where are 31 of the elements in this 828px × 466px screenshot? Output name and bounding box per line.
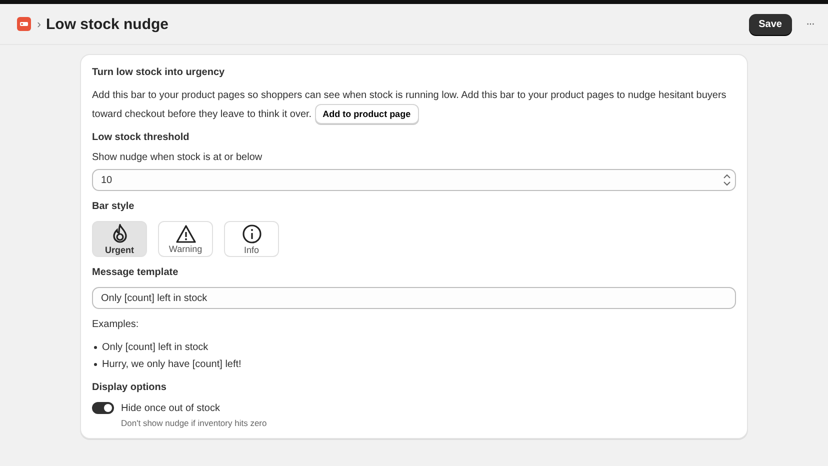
info-icon [242, 224, 262, 244]
warning-icon [176, 224, 196, 242]
example-text: Only [count] left in stock [102, 342, 208, 353]
bullet-icon [94, 363, 97, 366]
toggle-label: Hide once out of stock [121, 402, 220, 414]
section-heading: Low stock threshold [92, 132, 190, 143]
save-button[interactable]: Save [748, 14, 792, 34]
section-heading: Message template [92, 267, 180, 278]
intro-text: toward checkout before they leave to think it over. [92, 108, 312, 122]
examples-label: Examples: [92, 319, 140, 330]
intro-text: Add this bar to your product pages so shoppers can see when stock is running low. Add this bar to your product pages to nudge hesitant buyers [92, 89, 726, 103]
bar-style-option[interactable]: Warning [158, 221, 213, 257]
bar-style-option[interactable]: Urgent [92, 221, 147, 257]
toggle-switch[interactable] [92, 402, 114, 414]
message-template-field[interactable]: Only [count] left in stock [92, 287, 736, 309]
help-text: Don't show nudge if inventory hits zero [121, 418, 268, 428]
section-heading: Bar style [92, 201, 136, 212]
page-title: Low stock nudge [46, 16, 169, 32]
bullet-icon [94, 346, 97, 349]
section-heading: Display options [92, 382, 168, 393]
more-actions-button[interactable]: ··· [802, 16, 818, 32]
section-heading: Turn low stock into urgency [92, 67, 226, 78]
field-label: Show nudge when stock is at or below [92, 152, 264, 163]
add-to-product-page-button[interactable]: Add to product page [314, 104, 419, 124]
bar-style-option[interactable]: Info [224, 221, 279, 257]
breadcrumb-separator: › [37, 17, 41, 31]
threshold-field[interactable]: 10 [92, 169, 736, 191]
example-text: Hurry, we only have [count] left! [102, 359, 242, 370]
flame-icon [110, 224, 128, 244]
app-icon [17, 17, 31, 31]
stepper-icon[interactable] [722, 172, 732, 188]
